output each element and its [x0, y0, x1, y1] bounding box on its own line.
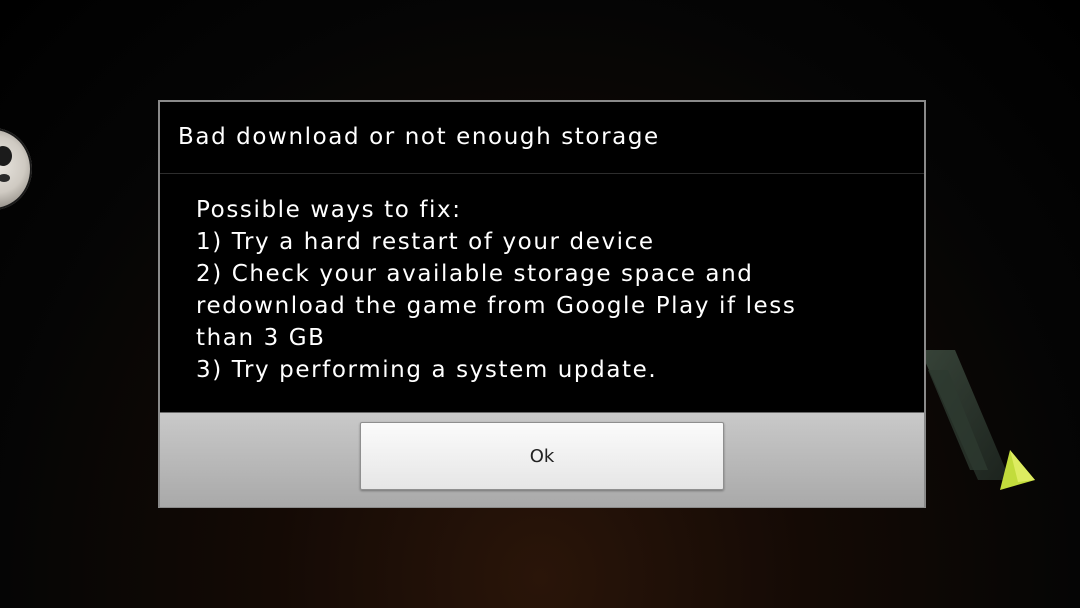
- ok-button[interactable]: Ok: [360, 422, 724, 490]
- avatar: [0, 128, 32, 210]
- title-divider: [160, 173, 924, 174]
- error-dialog: Bad download or not enough storage Possi…: [158, 100, 926, 508]
- dialog-message: Possible ways to fix: 1) Try a hard rest…: [196, 197, 797, 383]
- dialog-title: Bad download or not enough storage: [178, 124, 660, 150]
- button-bar: Ok: [160, 412, 924, 507]
